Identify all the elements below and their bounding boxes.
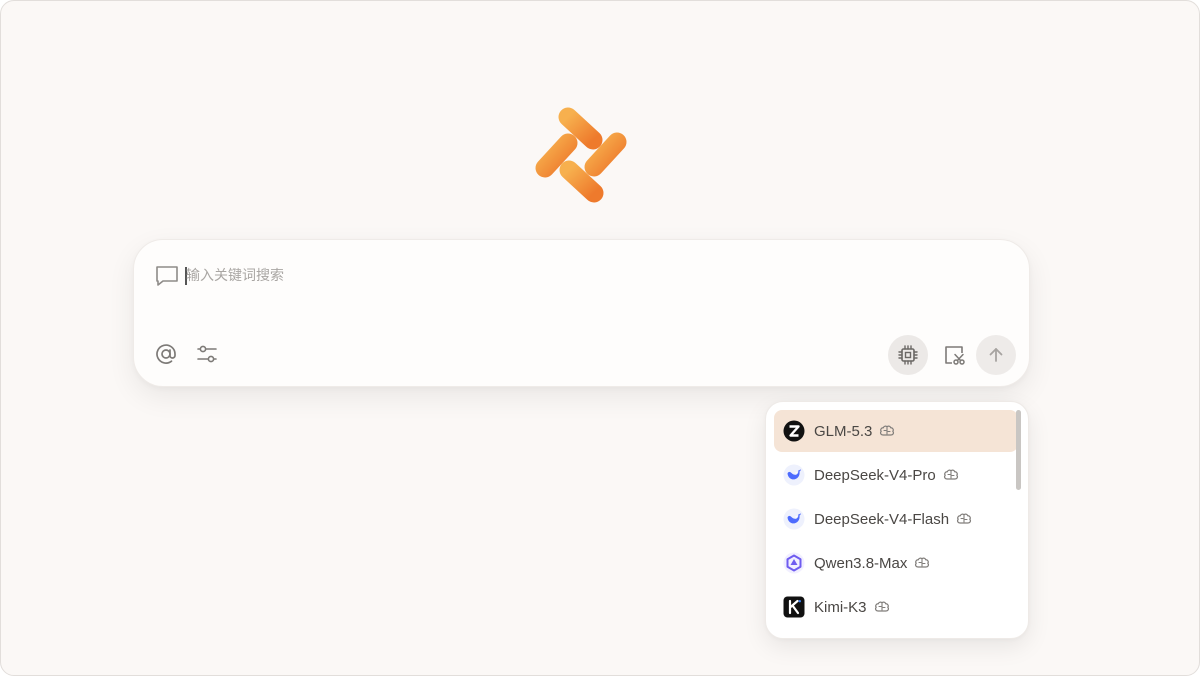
chip-icon [898, 345, 918, 365]
kimi-k-logo [783, 596, 805, 618]
model-item-deepseek-pro[interactable]: DeepSeek-V4-Pro [774, 454, 1018, 496]
qwen-logo [783, 552, 805, 574]
brain-icon [874, 601, 889, 612]
dropdown-scrollbar[interactable] [1016, 410, 1021, 490]
deepseek-whale-logo [783, 508, 805, 530]
arrow-up-icon [989, 348, 1003, 362]
screenshot-button[interactable] [934, 335, 974, 375]
search-card [133, 239, 1030, 387]
sliders-icon [197, 345, 217, 363]
model-item-glm[interactable]: GLM-5.3 [774, 410, 1018, 452]
model-label: DeepSeek-V4-Pro [814, 466, 936, 484]
zhipu-z-logo [783, 420, 805, 442]
app-logo [535, 107, 627, 203]
settings-button[interactable] [193, 340, 221, 368]
model-dropdown: GLM-5.3 DeepSeek-V4-Pro DeepSeek-V4-Flas… [765, 401, 1029, 639]
app-window: GLM-5.3 DeepSeek-V4-Pro [0, 0, 1200, 676]
model-label: Qwen3.8-Max [814, 554, 908, 572]
brain-icon [915, 557, 930, 568]
model-label: Kimi-K3 [814, 598, 867, 616]
model-item-kimi[interactable]: Kimi-K3 [774, 586, 1018, 628]
brain-icon [880, 425, 895, 436]
brain-icon [957, 513, 972, 524]
model-label: GLM-5.3 [814, 422, 873, 440]
brain-icon [943, 469, 958, 480]
model-item-deepseek-flash[interactable]: DeepSeek-V4-Flash [774, 498, 1018, 540]
at-icon [156, 344, 176, 364]
screenshot-icon [945, 346, 965, 365]
model-select-button[interactable] [888, 335, 928, 375]
deepseek-whale-logo [783, 464, 805, 486]
send-button[interactable] [976, 335, 1016, 375]
search-input[interactable] [186, 262, 886, 290]
mention-button[interactable] [152, 340, 180, 368]
model-label: DeepSeek-V4-Flash [814, 510, 950, 528]
model-item-qwen[interactable]: Qwen3.8-Max [774, 542, 1018, 584]
chat-bubble-icon [156, 266, 178, 286]
